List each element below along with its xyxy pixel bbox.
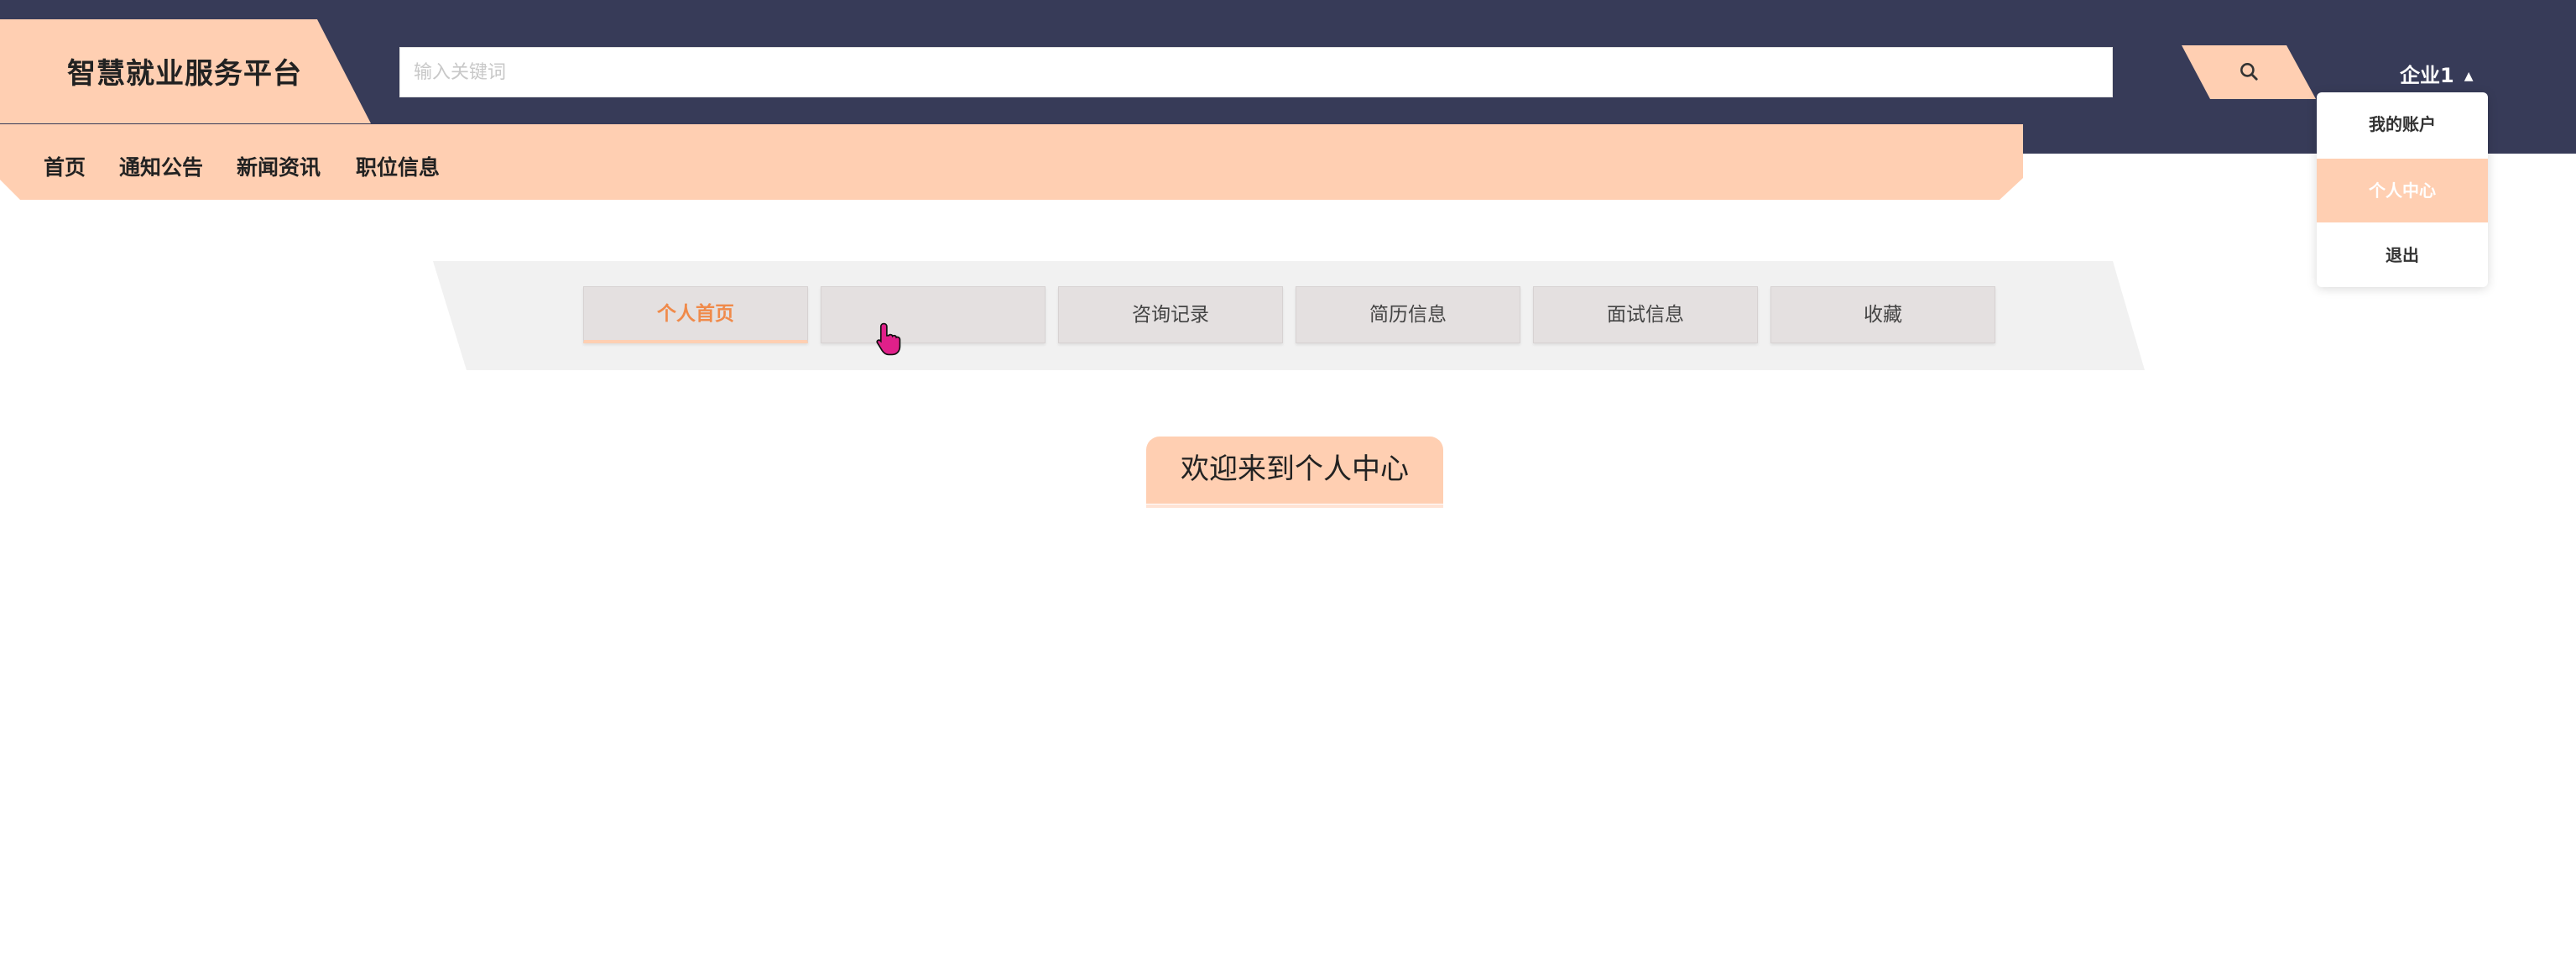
nav-item-jobs[interactable]: 职位信息 [356,151,440,181]
user-name: 企业1 [2400,64,2454,87]
menu-item-personal-center[interactable]: 个人中心 [2317,159,2488,222]
caret-up-icon: ▲ [2464,70,2474,83]
tab-favorites[interactable]: 收藏 [1770,286,1995,343]
menu-item-logout[interactable]: 退出 [2317,223,2488,287]
user-menu-toggle[interactable]: 企业1 ▲ [2400,59,2473,88]
tab-interview-info[interactable]: 面试信息 [1533,286,1758,343]
welcome-underline [1146,505,1443,508]
nav-item-news[interactable]: 新闻资讯 [237,151,321,181]
tab-hovered[interactable] [821,286,1046,343]
nav-item-home[interactable]: 首页 [44,151,86,181]
search-input[interactable] [399,47,2113,97]
user-dropdown-menu: 我的账户 个人中心 退出 [2317,92,2488,287]
tab-resume-info[interactable]: 简历信息 [1296,286,1520,343]
hand-pointer-icon [876,322,901,356]
tab-personal-home[interactable]: 个人首页 [583,286,808,343]
site-title[interactable]: 智慧就业服务平台 [67,50,302,91]
menu-item-my-account[interactable]: 我的账户 [2317,92,2488,156]
tab-consult-records[interactable]: 咨询记录 [1058,286,1283,343]
welcome-heading: 欢迎来到个人中心 [1146,437,1443,504]
nav-item-notices[interactable]: 通知公告 [119,151,203,181]
search-icon [2240,63,2258,81]
